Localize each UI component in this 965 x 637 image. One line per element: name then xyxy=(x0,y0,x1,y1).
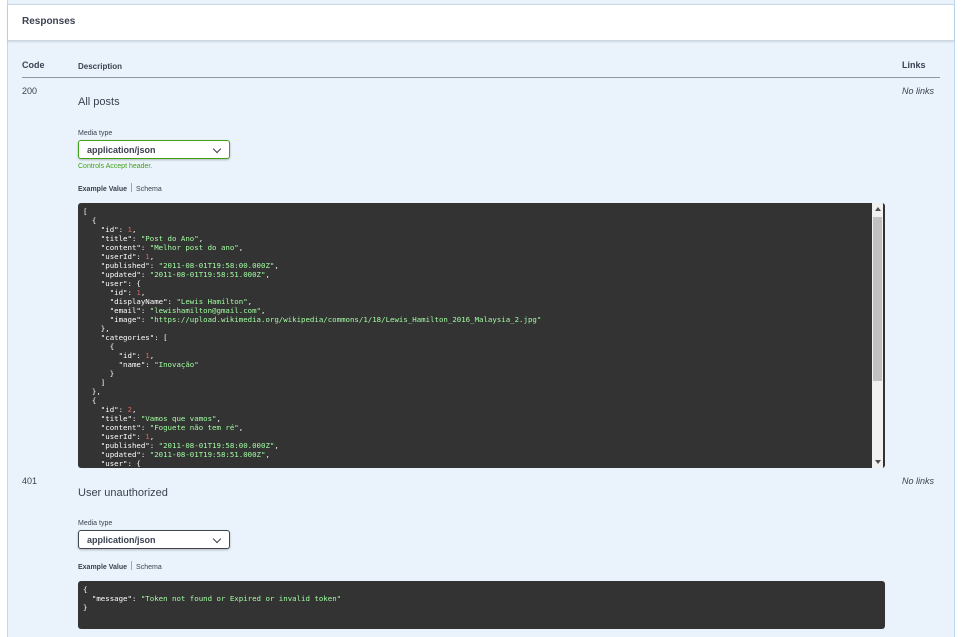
example-tabs-401: Example Value Schema xyxy=(78,561,162,571)
code-line: "id": 2, xyxy=(83,405,137,414)
responses-header: Responses xyxy=(8,4,954,41)
example-code-200[interactable]: [ { "id": 1, "title": "Post do Ano", "co… xyxy=(78,203,885,468)
chevron-down-icon xyxy=(212,534,222,544)
code-line: "published": "2011-08-01T19:58:00.000Z", xyxy=(83,441,279,450)
responses-title: Responses xyxy=(22,16,76,27)
code-line: "image": "https://upload.wikimedia.org/w… xyxy=(83,315,542,324)
example-code-200-text: [ { "id": 1, "title": "Post do Ano", "co… xyxy=(78,203,885,468)
code-line: } xyxy=(83,369,115,378)
response-code-200: 200 xyxy=(22,86,38,96)
tab-schema-200[interactable]: Schema xyxy=(136,186,162,193)
response-links-200: No links xyxy=(902,86,935,96)
code-line: "id": 1, xyxy=(83,288,146,297)
tab-example-value-200[interactable]: Example Value xyxy=(78,186,127,193)
code-line: "title": "Post do Ano", xyxy=(83,234,204,243)
scroll-down-arrow-icon[interactable] xyxy=(875,460,881,464)
response-links-401: No links xyxy=(902,476,935,486)
controls-accept-note: Controls Accept header. xyxy=(78,163,153,170)
tab-separator xyxy=(131,183,133,192)
code-line: "message": "Token not found or Expired o… xyxy=(83,594,342,603)
header-divider xyxy=(22,77,940,78)
code-line: { xyxy=(83,216,97,225)
column-header-code: Code xyxy=(22,60,45,70)
media-type-select-200[interactable]: application/json xyxy=(78,140,230,159)
code-line: [ xyxy=(83,207,88,216)
code-line: "published": "2011-08-01T19:58:00.000Z", xyxy=(83,261,279,270)
media-type-label-200: Media type xyxy=(78,130,113,137)
code-line: { xyxy=(83,342,115,351)
code-line: "content": "Foguete não tem ré", xyxy=(83,423,244,432)
example-tabs-200: Example Value Schema xyxy=(78,183,162,193)
code-line: "displayName": "Lewis Hamilton", xyxy=(83,297,253,306)
code-line: { xyxy=(83,585,88,594)
code-line: "userId": 1, xyxy=(83,252,155,261)
code-line: "updated": "2011-08-01T19:58:51.000Z", xyxy=(83,450,270,459)
tab-separator xyxy=(131,561,133,570)
response-code-401: 401 xyxy=(22,476,38,486)
media-type-label-401: Media type xyxy=(78,520,113,527)
column-header-links: Links xyxy=(902,60,926,70)
scroll-up-arrow-icon[interactable] xyxy=(875,207,881,211)
code-line: "title": "Vamos que vamos", xyxy=(83,414,221,423)
code-line: { xyxy=(83,396,97,405)
scrollbar-thumb[interactable] xyxy=(873,217,882,381)
code-line: }, xyxy=(83,387,101,396)
code-line: } xyxy=(83,603,88,612)
code-line: "user": { xyxy=(83,279,141,288)
code-line: "content": "Melhor post do ano", xyxy=(83,243,244,252)
code-line: "userId": 1, xyxy=(83,432,155,441)
code-scrollbar[interactable] xyxy=(872,203,883,468)
responses-panel: Responses Code Description Links 200 No … xyxy=(7,0,955,637)
response-description-401: User unauthorized xyxy=(78,487,168,499)
code-line: "user": { xyxy=(83,459,141,468)
column-header-description: Description xyxy=(78,62,123,71)
chevron-down-icon xyxy=(212,144,222,154)
tab-schema-401[interactable]: Schema xyxy=(136,564,162,571)
code-line: "id": 1, xyxy=(83,225,137,234)
code-line: "categories": [ xyxy=(83,333,168,342)
tab-example-value-401[interactable]: Example Value xyxy=(78,564,127,571)
example-code-401-text: { "message": "Token not found or Expired… xyxy=(78,581,885,616)
code-line: "id": 1, xyxy=(83,351,155,360)
media-type-select-401[interactable]: application/json xyxy=(78,530,230,549)
code-line: ] xyxy=(83,378,106,387)
media-type-value-401: application/json xyxy=(87,535,156,545)
example-code-401[interactable]: { "message": "Token not found or Expired… xyxy=(78,581,885,629)
response-description-200: All posts xyxy=(78,96,120,108)
code-line: "name": "Inovação" xyxy=(83,360,199,369)
media-type-value-200: application/json xyxy=(87,145,156,155)
code-line: "email": "lewishamilton@gmail.com", xyxy=(83,306,266,315)
code-line: }, xyxy=(83,324,110,333)
code-line: "updated": "2011-08-01T19:58:51.000Z", xyxy=(83,270,270,279)
